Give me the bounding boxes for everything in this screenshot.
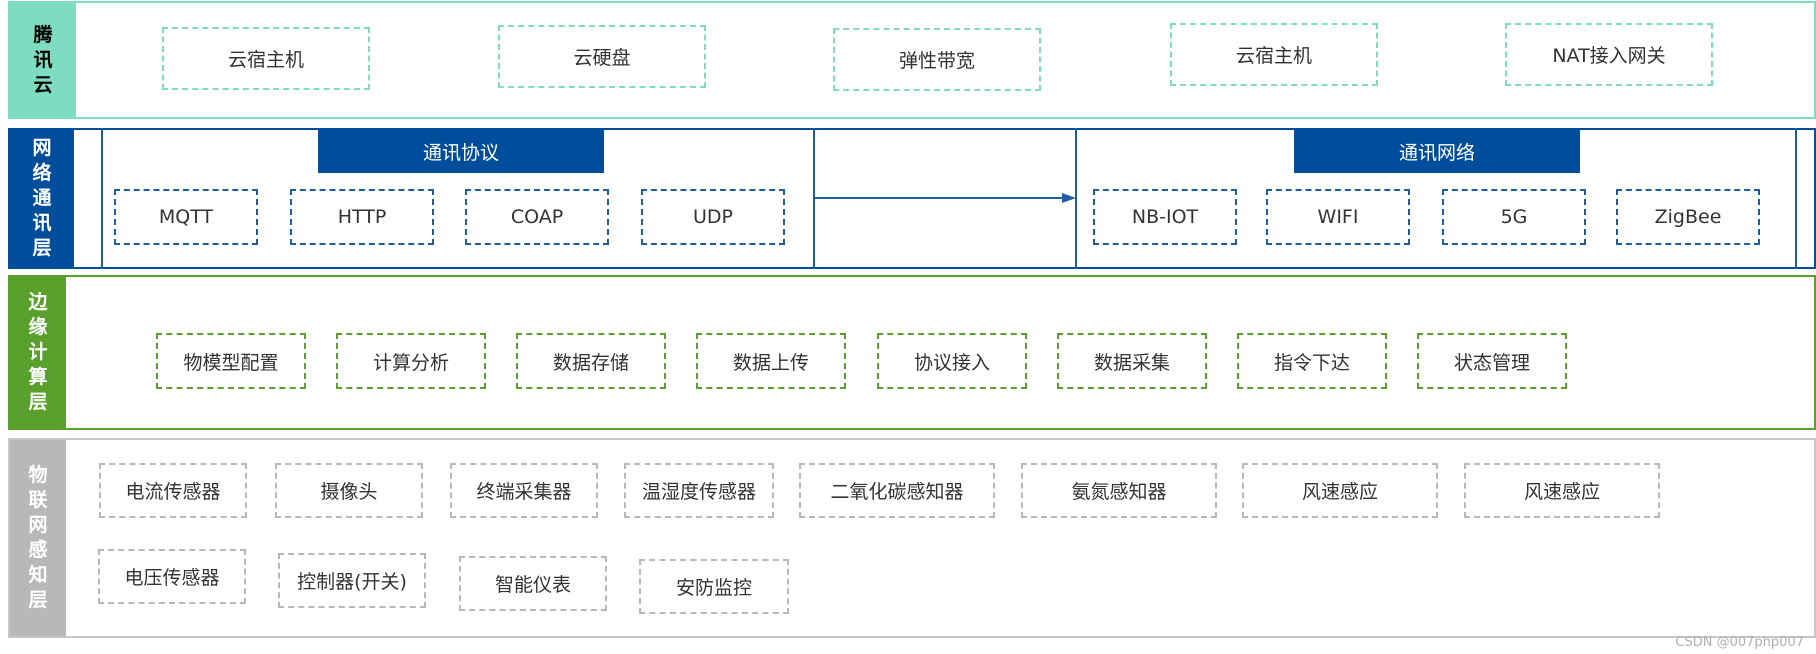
sensor-item[interactable]: 安防监控 [639,559,789,614]
network-layer-label: 网 络 通 讯 层 [10,130,74,267]
protocol-item[interactable]: MQTT [114,189,258,245]
label-char: 讯 [32,212,52,234]
sensor-item[interactable]: 智能仪表 [459,556,607,611]
label-char: 讯 [33,48,53,71]
network-item[interactable]: NB-IOT [1093,189,1237,245]
edge-item[interactable]: 物模型配置 [156,333,306,389]
cloud-item[interactable]: 云宿主机 [162,27,370,90]
label-char: 腾 [33,23,53,46]
label-char: 缘 [28,316,48,338]
edge-item[interactable]: 计算分析 [336,333,486,389]
label-char: 算 [28,366,48,388]
label-char: 计 [28,341,48,363]
label-char: 物 [28,464,48,486]
cloud-layer-label: 腾 讯 云 [10,3,76,117]
cloud-item[interactable]: NAT接入网关 [1505,23,1713,86]
label-char: 边 [28,291,48,313]
iot-layer-label: 物 联 网 感 知 层 [10,440,66,636]
network-item[interactable]: ZigBee [1616,189,1760,245]
sensor-item[interactable]: 二氧化碳感知器 [799,463,995,518]
edge-item[interactable]: 数据采集 [1057,333,1207,389]
edge-layer-label: 边 缘 计 算 层 [10,277,66,428]
sensor-item[interactable]: 氨氮感知器 [1021,463,1217,518]
label-char: 层 [32,237,52,259]
protocol-group-left-line [101,128,103,269]
label-char: 层 [28,589,48,611]
edge-item[interactable]: 状态管理 [1417,333,1567,389]
cloud-item[interactable]: 云硬盘 [498,25,706,88]
network-item[interactable]: 5G [1442,189,1586,245]
sensor-item[interactable]: 电流传感器 [99,463,247,518]
sensor-item[interactable]: 电压传感器 [98,549,246,604]
cloud-item[interactable]: 云宿主机 [1170,23,1378,86]
sensor-item[interactable]: 风速感应 [1242,463,1438,518]
label-char: 联 [28,489,48,511]
protocol-item[interactable]: UDP [641,189,785,245]
arrow-icon [814,193,1076,203]
label-char: 网 [32,137,52,159]
edge-item[interactable]: 数据上传 [696,333,846,389]
edge-item[interactable]: 数据存储 [516,333,666,389]
watermark: CSDN @007php007 [1675,635,1804,650]
sensor-item[interactable]: 温湿度传感器 [624,463,774,518]
label-char: 云 [33,73,53,96]
label-char: 知 [28,564,48,586]
sensor-item[interactable]: 风速感应 [1464,463,1660,518]
protocol-group-title: 通讯协议 [318,130,604,173]
protocol-item[interactable]: HTTP [290,189,434,245]
sensor-item[interactable]: 终端采集器 [450,463,598,518]
edge-item[interactable]: 指令下达 [1237,333,1387,389]
sensor-item[interactable]: 控制器(开关) [278,553,426,608]
label-char: 层 [28,391,48,413]
edge-item[interactable]: 协议接入 [877,333,1027,389]
label-char: 感 [28,539,48,561]
network-item[interactable]: WIFI [1266,189,1410,245]
label-char: 通 [32,187,52,209]
sensor-item[interactable]: 摄像头 [275,463,423,518]
network-group-right-line [1795,128,1797,269]
cloud-item[interactable]: 弹性带宽 [833,28,1041,91]
label-char: 网 [28,514,48,536]
protocol-item[interactable]: COAP [465,189,609,245]
label-char: 络 [32,162,52,184]
network-group-title: 通讯网络 [1294,130,1580,173]
